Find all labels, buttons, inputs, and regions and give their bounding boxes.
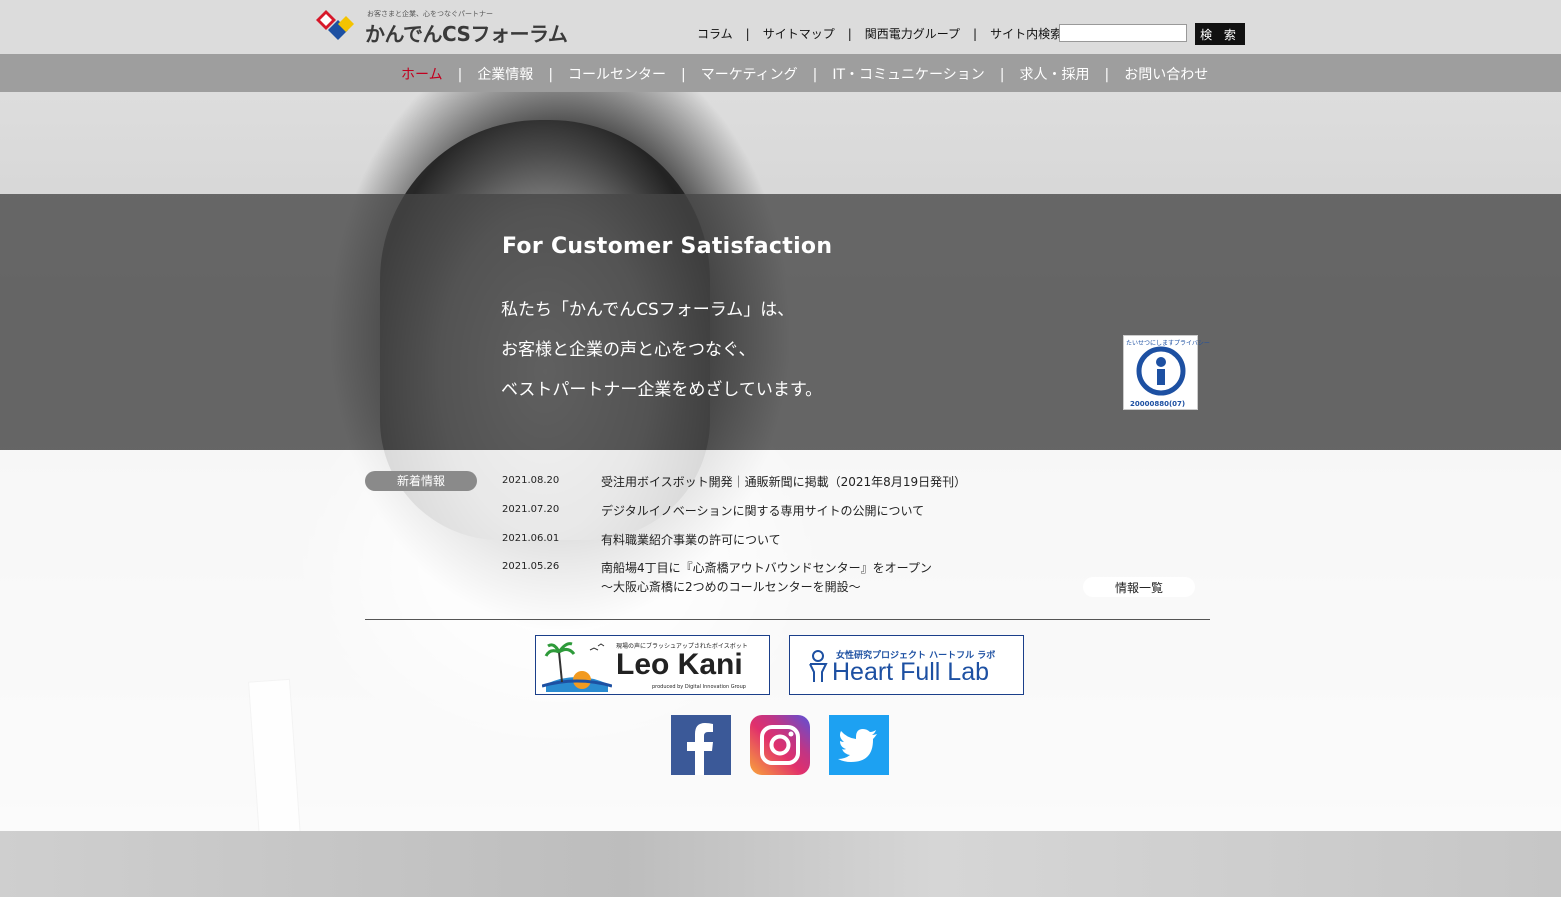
leokani-name: Leo Kani	[616, 648, 743, 681]
privacy-mark-text: たいせつにしますプライバシー	[1126, 340, 1210, 347]
main-nav: ホーム | 企業情報 | コールセンター | マーケティング | IT・コミュニケーション | 求人…	[0, 54, 1561, 92]
hero-line: ベストパートナー企業をめざしています。	[501, 380, 823, 400]
news-link[interactable]: 南船場4丁目に『心斎橋アウトバウンドセンター』をオープン	[601, 559, 932, 576]
news-list-button[interactable]: 情報一覧	[1083, 577, 1195, 597]
palm-island-icon	[542, 642, 612, 692]
news-link[interactable]: 有料職業紹介事業の許可について	[601, 531, 781, 548]
separator: |	[548, 67, 554, 83]
hero-title: For Customer Satisfaction	[502, 234, 833, 259]
privacy-mark[interactable]: たいせつにしますプライバシー 20000880(07)	[1123, 335, 1210, 410]
twitter-bird-icon	[838, 729, 877, 762]
nav-item-recruit[interactable]: 求人・採用	[1019, 67, 1089, 83]
separator: |	[847, 27, 852, 41]
nav-item-it-communication[interactable]: IT・コミュニケーション	[832, 67, 984, 83]
instagram-camera-icon	[760, 725, 800, 765]
site-logo[interactable]: お客さまと企業、心をつなぐパートナー かんでんCSフォーラム	[316, 8, 568, 46]
news-link-subtitle[interactable]: ～大阪心斎橋に2つめのコールセンターを開設～	[601, 578, 861, 595]
logo-mark-icon	[316, 10, 354, 40]
facebook-icon[interactable]	[671, 715, 731, 775]
separator: |	[973, 27, 978, 41]
news-date: 2021.07.20	[502, 504, 560, 515]
divider	[365, 619, 1210, 620]
hero-band	[0, 194, 1561, 450]
separator: |	[1104, 67, 1110, 83]
site-header: お客さまと企業、心をつなぐパートナー かんでんCSフォーラム コラム | サイトマッ…	[0, 0, 1561, 54]
news-date: 2021.06.01	[502, 533, 560, 544]
person-icon	[809, 650, 828, 682]
leokani-produced-by: produced by Digital Innovation Group	[652, 684, 746, 690]
news-link[interactable]: デジタルイノベーションに関する専用サイトの公開について	[601, 502, 924, 519]
nav-item-company[interactable]: 企業情報	[477, 67, 533, 83]
twitter-icon[interactable]	[829, 715, 889, 775]
logo-name: かんでんCSフォーラム	[365, 22, 568, 46]
privacy-mark-number: 20000880(07)	[1130, 400, 1186, 408]
separator: |	[999, 67, 1005, 83]
search-input[interactable]	[1059, 24, 1187, 42]
leokani-banner[interactable]: 現場の声にブラッシュアップされたボイスボット Leo Kani produced…	[535, 635, 770, 695]
hero-line: お客様と企業の声と心をつなぐ、	[501, 340, 756, 360]
facebook-f-icon	[687, 723, 713, 775]
nav-item-call-center[interactable]: コールセンター	[568, 67, 666, 83]
nav-item-contact[interactable]: お問い合わせ	[1124, 67, 1208, 83]
separator: |	[681, 67, 686, 83]
link-kepco-group[interactable]: 関西電力グループ	[865, 27, 960, 41]
heartfull-lab-name: Heart Full Lab	[832, 658, 990, 686]
news-link[interactable]: 受注用ボイスボット開発｜通販新聞に掲載（2021年8月19日発刊）	[601, 473, 966, 490]
link-column[interactable]: コラム	[697, 27, 733, 41]
separator: |	[812, 67, 818, 83]
background-bottom	[0, 831, 1561, 897]
separator: |	[457, 67, 463, 83]
nav-item-marketing[interactable]: マーケティング	[701, 67, 798, 83]
site-search-label: サイト内検索	[990, 27, 1063, 41]
instagram-icon[interactable]	[750, 715, 810, 775]
search-button[interactable]: 検 索	[1195, 23, 1245, 45]
news-badge: 新着情報	[365, 471, 477, 491]
link-sitemap[interactable]: サイトマップ	[763, 27, 835, 41]
news-date: 2021.05.26	[502, 561, 560, 572]
news-date: 2021.08.20	[502, 475, 560, 486]
heartfull-lab-banner[interactable]: 女性研究プロジェクト ハートフル ラボ Heart Full Lab	[789, 635, 1024, 695]
nav-item-home[interactable]: ホーム	[401, 67, 443, 83]
hero-line: 私たち「かんでんCSフォーラム」は、	[501, 300, 795, 320]
top-links: コラム | サイトマップ | 関西電力グループ | サイト内検索	[697, 25, 1062, 42]
separator: |	[745, 27, 750, 41]
